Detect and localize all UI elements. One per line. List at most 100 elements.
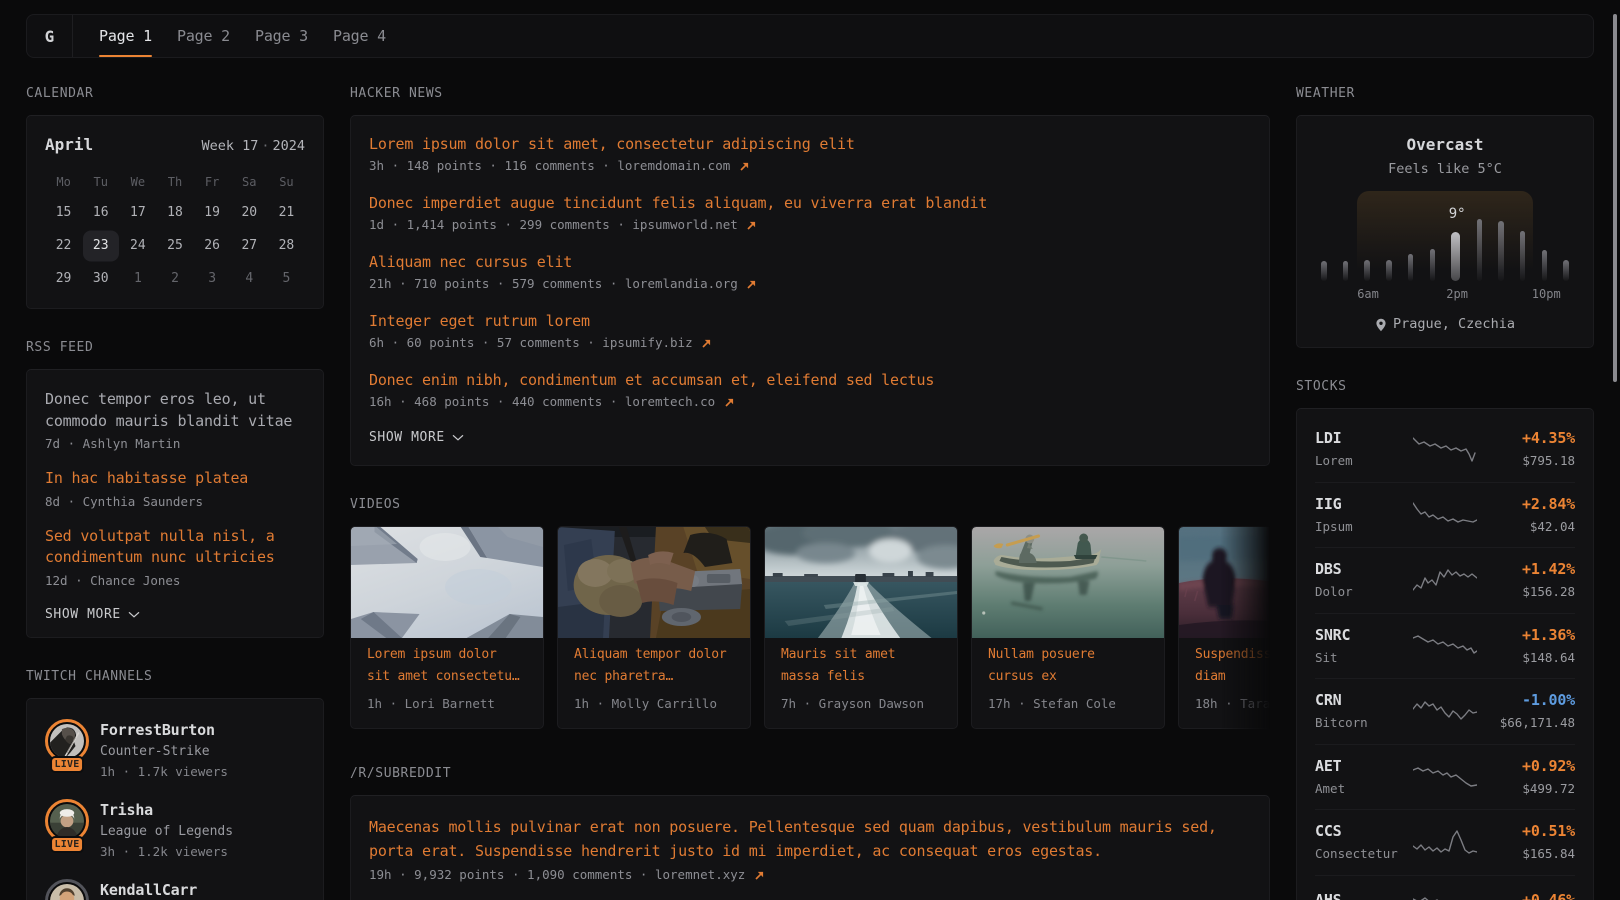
hn-show-more-button[interactable]: SHOW MORE (369, 430, 1251, 445)
calendar-day-header: Fr (194, 168, 231, 196)
channel-name[interactable]: ForrestBurton (100, 719, 228, 741)
tab-page-4[interactable]: Page 4 (333, 15, 386, 57)
stocks-widget: STOCKS LDI Lorem +4.35% $795.18 (1296, 378, 1594, 900)
hn-post-link[interactable]: Donec imperdiet augue tincidunt felis al… (369, 192, 1251, 214)
channel-avatar[interactable] (45, 879, 89, 900)
calendar-widget: CALENDAR April Week 17·2024 MoTuWeThFrSa… (26, 85, 324, 309)
video-meta: 1h · Molly Carrillo (574, 694, 734, 713)
tab-page-1[interactable]: Page 1 (99, 15, 152, 57)
twitch-card: LIVE ForrestBurton Counter-Strike 1h · 1… (26, 698, 324, 900)
stock-ticker-link[interactable]: CRN (1315, 690, 1413, 711)
video-card[interactable]: Aliquam tempor dolornec pharetra… 1h · M… (557, 526, 751, 729)
stock-row: LDI Lorem +4.35% $795.18 (1315, 417, 1575, 482)
stock-ticker-link[interactable]: CCS (1315, 821, 1413, 842)
hn-post-link[interactable]: Donec enim nibh, condimentum et accumsan… (369, 369, 1251, 391)
rss-item-meta: 7d · Ashlyn Martin (45, 434, 305, 453)
stock-values: -1.00% $66,171.48 (1477, 690, 1575, 732)
tab-page-2[interactable]: Page 2 (177, 15, 230, 57)
calendar-header: April Week 17·2024 (45, 135, 305, 155)
page-scrollbar[interactable] (1613, 14, 1617, 382)
calendar-day: 19 (194, 196, 231, 229)
hn-post-domain-link[interactable]: ipsumworld.net (632, 217, 737, 232)
separator-dot: · (261, 138, 269, 154)
twitch-widget: TWITCH CHANNELS (26, 668, 324, 900)
video-card[interactable]: Mauris sit ametmassa felis 7h · Grayson … (764, 526, 958, 729)
weather-bar (1498, 221, 1504, 281)
channel-avatar[interactable]: LIVE (45, 719, 89, 763)
stock-name: Lorem (1315, 451, 1413, 470)
videos-widget-title: VIDEOS (350, 496, 1270, 514)
video-card-body: Lorem ipsum dolorsit amet consectetu… 1h… (351, 638, 543, 728)
external-link-icon (740, 162, 749, 171)
hn-post-domain-link[interactable]: loremdomain.com (617, 158, 730, 173)
stock-row: CCS Consectetur +0.51% $165.84 (1315, 809, 1575, 875)
weather-bar (1520, 231, 1526, 281)
live-badge: LIVE (50, 836, 84, 853)
stock-info: AHS (1315, 890, 1413, 900)
weather-time-label: 10pm (1532, 286, 1561, 302)
weather-bar (1542, 250, 1548, 281)
video-title-link[interactable]: Aliquam tempor dolornec pharetra… (574, 644, 734, 688)
avatar (45, 879, 89, 900)
weather-bar-current (1451, 232, 1460, 281)
stock-change: +0.92% (1477, 756, 1575, 777)
stock-ticker-link[interactable]: DBS (1315, 559, 1413, 580)
video-card[interactable]: Suspendissediam 18h · Tara (1178, 526, 1270, 729)
channel-info: Trisha League of Legends 3h · 1.2k viewe… (100, 799, 233, 862)
hn-post: Aliquam nec cursus elit 21h · 710 points… (369, 251, 1251, 294)
tab-page-3[interactable]: Page 3 (255, 15, 308, 57)
video-card[interactable]: Lorem ipsum dolorsit amet consectetu… 1h… (350, 526, 544, 729)
weather-bar (1408, 254, 1414, 281)
videos-carousel: Lorem ipsum dolorsit amet consectetu… 1h… (350, 526, 1270, 729)
hn-post-meta: 1d · 1,414 points · 299 comments · ipsum… (369, 215, 1251, 235)
video-title-link[interactable]: Nullam posuerecursus ex (988, 644, 1148, 688)
calendar-day-selected: 23 (82, 229, 119, 262)
hn-post-meta: 3h · 148 points · 116 comments · loremdo… (369, 156, 1251, 176)
rss-item-link[interactable]: In hac habitasse platea (45, 468, 305, 490)
rss-item-link[interactable]: Donec tempor eros leo, ut commodo mauris… (45, 389, 305, 432)
channel-name[interactable]: KendallCarr (100, 879, 197, 900)
stock-ticker-link[interactable]: AHS (1315, 890, 1413, 900)
hn-post-domain-link[interactable]: loremtech.co (625, 394, 715, 409)
hn-post-link[interactable]: Integer eget rutrum lorem (369, 310, 1251, 332)
stock-row: SNRC Sit +1.36% $148.64 (1315, 613, 1575, 679)
hn-post-domain-link[interactable]: loremlandia.org (625, 276, 738, 291)
stock-change: +0.51% (1477, 821, 1575, 842)
video-title-link[interactable]: Lorem ipsum dolorsit amet consectetu… (367, 644, 527, 688)
rss-item-link[interactable]: Sed volutpat nulla nisl, a condimentum n… (45, 526, 305, 569)
hn-post-link[interactable]: Aliquam nec cursus elit (369, 251, 1251, 273)
show-more-label: SHOW MORE (369, 430, 445, 445)
stock-info: DBS Dolor (1315, 559, 1413, 601)
stock-values: +4.35% $795.18 (1477, 428, 1575, 470)
stock-price: $795.18 (1477, 451, 1575, 470)
calendar-day: 24 (119, 229, 156, 262)
stock-ticker-link[interactable]: LDI (1315, 428, 1413, 449)
video-title-link[interactable]: Mauris sit ametmassa felis (781, 644, 941, 688)
calendar-day: 27 (231, 229, 268, 262)
hn-post-link[interactable]: Lorem ipsum dolor sit amet, consectetur … (369, 133, 1251, 155)
video-thumbnail-towers (351, 527, 543, 638)
calendar-day: 17 (119, 196, 156, 229)
weather-widget-title: WEATHER (1296, 85, 1594, 103)
twitch-channel: LIVE Trisha League of Legends 3h · 1.2k … (45, 799, 305, 862)
channel-avatar[interactable]: LIVE (45, 799, 89, 843)
hn-post-domain-link[interactable]: ipsumify.biz (602, 335, 692, 350)
video-card[interactable]: Nullam posuerecursus ex 17h · Stefan Col… (971, 526, 1165, 729)
reddit-widget: /R/SUBREDDIT Maecenas mollis pulvinar er… (350, 765, 1270, 900)
rss-widget-title: RSS FEED (26, 339, 324, 357)
map-pin-icon (1375, 318, 1387, 332)
rss-show-more-button[interactable]: SHOW MORE (45, 607, 305, 622)
weather-widget: WEATHER Overcast Feels like 5°C 9° 6am2p… (1296, 85, 1594, 348)
video-title-link[interactable]: Suspendissediam (1195, 644, 1270, 688)
navbar: G Page 1 Page 2 Page 3 Page 4 (26, 14, 1594, 58)
reddit-post-link[interactable]: Maecenas mollis pulvinar erat non posuer… (369, 815, 1251, 863)
stock-ticker-link[interactable]: IIG (1315, 494, 1413, 515)
stock-ticker-link[interactable]: SNRC (1315, 625, 1413, 646)
calendar-day: 30 (82, 262, 119, 295)
stock-ticker-link[interactable]: AET (1315, 756, 1413, 777)
channel-name[interactable]: Trisha (100, 799, 233, 821)
calendar-widget-title: CALENDAR (26, 85, 324, 103)
hacker-news-widget-title: HACKER NEWS (350, 85, 1270, 103)
reddit-post-domain-link[interactable]: loremnet.xyz (655, 867, 745, 882)
reddit-post-meta: 19h · 9,932 points · 1,090 comments · lo… (369, 865, 1251, 885)
